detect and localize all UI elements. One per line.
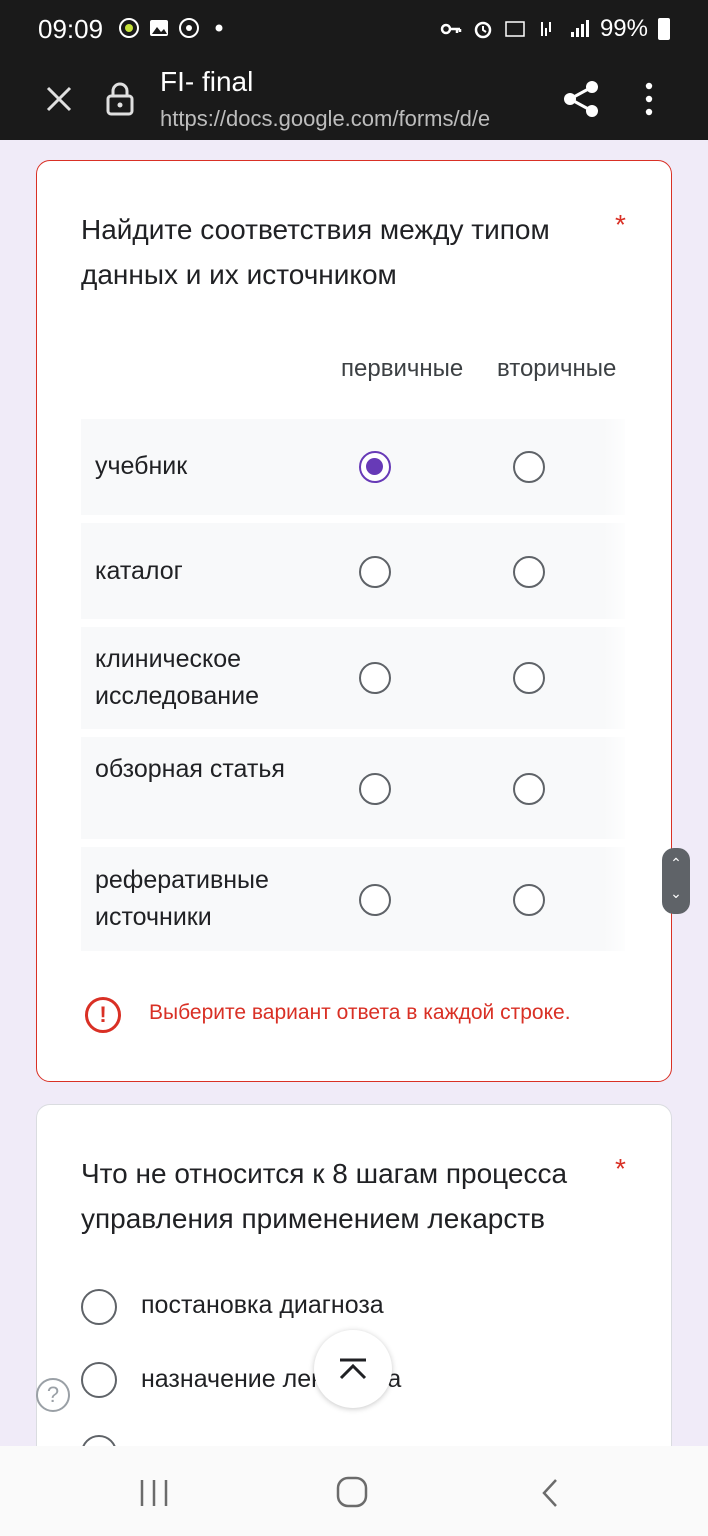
system-icons: 99% [440,15,670,43]
back-icon[interactable] [536,1476,566,1510]
radio-secondary[interactable] [513,662,545,694]
row-label: учебник [95,452,188,480]
signal-icon [570,20,589,37]
page-title: FI- final [160,66,254,97]
fast-scroll-handle[interactable]: ⌃ ⌄ [662,848,690,914]
system-navigation-bar [0,1446,708,1536]
close-tab-button[interactable] [40,80,78,118]
share-icon[interactable] [560,78,602,120]
option-label[interactable]: постановка диагноза [141,1291,384,1320]
alarm-icon [474,21,492,39]
custom-tab-toolbar: FI- final https://docs.google.com/forms/… [0,58,708,140]
scroll-to-top-button[interactable] [314,1330,392,1408]
help-icon[interactable]: ? [36,1378,70,1412]
home-icon[interactable] [334,1474,370,1510]
error-icon: ! [85,997,121,1033]
row-label: клиническое исследование [95,645,259,710]
vpn-key-icon [440,23,462,35]
option-radio[interactable] [81,1362,117,1398]
error-message: Выберите вариант ответа в каждой строке. [149,1001,571,1024]
more-notifications-icon [215,24,223,32]
app-notification-icon [119,18,139,38]
row-label: обзорная статья [95,755,285,783]
grid-row: клиническое исследование [81,627,625,729]
question-title: Что не относится к 8 шагам процесса упра… [81,1158,568,1234]
radio-secondary[interactable] [513,773,545,805]
page-url[interactable]: https://docs.google.com/forms/d/e [160,106,540,132]
grid-row: учебник [81,419,625,515]
horizontal-scroll-fade [603,417,633,957]
lock-icon[interactable] [104,80,136,118]
volte-icon [505,21,525,37]
notification-icons [118,17,230,39]
required-mark: * [615,209,626,240]
question-title: Найдите соответствия между типом данных … [81,214,550,290]
battery-percent: 99% [599,15,648,42]
battery-icon [658,18,670,40]
column-header-secondary: вторичные [497,355,617,382]
radio-secondary[interactable] [513,451,545,483]
grid-row: реферативные источники [81,847,625,951]
row-label: каталог [95,557,183,585]
status-time: 09:09 [38,14,104,44]
radio-primary[interactable] [359,556,391,588]
radio-primary[interactable] [359,662,391,694]
required-mark: * [615,1153,626,1184]
gallery-icon [150,20,168,36]
radio-secondary[interactable] [513,884,545,916]
whatsapp-icon [179,18,199,38]
question-card-choice: Что не относится к 8 шагам процесса упра… [36,1104,672,1484]
grid-row: каталог [81,523,625,619]
radio-secondary[interactable] [513,556,545,588]
option-radio[interactable] [81,1289,117,1325]
radio-primary[interactable] [359,773,391,805]
radio-primary[interactable] [359,884,391,916]
recent-apps-icon[interactable] [136,1476,172,1510]
more-options-icon[interactable] [634,78,664,120]
grid-column-headers: первичные вторичные т [341,351,629,391]
network-4g-icon [540,22,551,36]
question-card-grid: Найдите соответствия между типом данных … [36,160,672,1082]
grid-row: обзорная статья [81,737,625,839]
scroll-top-icon [339,1358,367,1380]
radio-primary-checked[interactable] [359,451,391,483]
row-label: реферативные источники [95,866,269,931]
column-header-primary: первичные [341,355,464,382]
status-bar: 09:09 99% [0,0,708,58]
